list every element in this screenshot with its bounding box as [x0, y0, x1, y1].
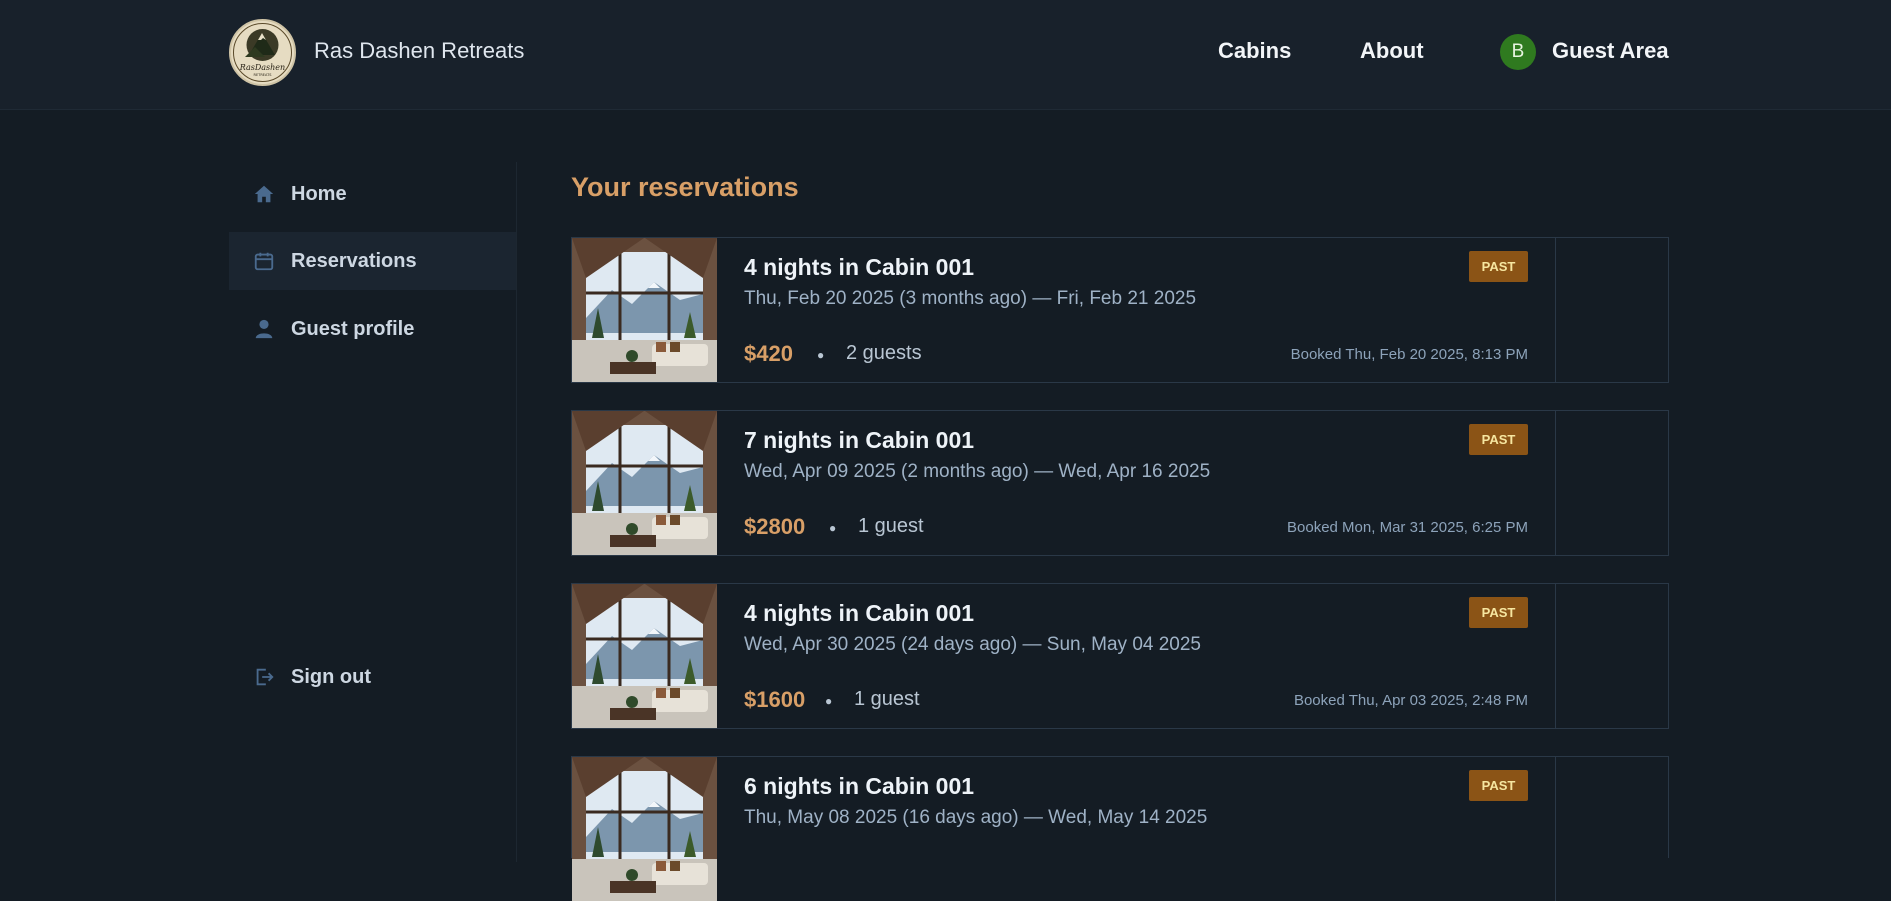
separator-dot: ●: [825, 694, 833, 708]
nav-cabins[interactable]: Cabins: [1218, 38, 1291, 64]
user-icon: [255, 319, 273, 339]
page-title: Your reservations: [571, 172, 799, 202]
reservation-price: $2800: [744, 514, 806, 539]
reservation-heading: 6 nights in Cabin 001: [744, 773, 975, 799]
reservation-dates: Thu, May 08 2025 (16 days ago) — Wed, Ma…: [744, 807, 1208, 828]
status-badge: PAST: [1469, 770, 1528, 801]
reservation-dates: Wed, Apr 09 2025 (2 months ago) — Wed, A…: [744, 461, 1211, 482]
card-divider: [1555, 757, 1556, 901]
home-icon: [254, 185, 274, 203]
reservation-card[interactable]: 7 nights in Cabin 001 Wed, Apr 09 2025 (…: [571, 410, 1669, 556]
sidebar-item-label: Guest profile: [291, 318, 415, 340]
reservation-card[interactable]: 4 nights in Cabin 001 Wed, Apr 30 2025 (…: [571, 583, 1669, 729]
reservation-card[interactable]: 4 nights in Cabin 001 Thu, Feb 20 2025 (…: [571, 237, 1669, 383]
card-divider: [1555, 238, 1556, 382]
top-header: RasDashen RETREATS Ras Dashen Retreats C…: [0, 0, 1891, 110]
reservation-booked: Booked Mon, Mar 31 2025, 6:25 PM: [1287, 519, 1528, 536]
calendar-icon: [254, 252, 274, 271]
card-divider: [1555, 584, 1556, 728]
nav-guest-area[interactable]: Guest Area: [1552, 38, 1669, 64]
card-divider: [1555, 411, 1556, 555]
svg-text:RETREATS: RETREATS: [254, 73, 273, 77]
cabin-thumbnail: [572, 411, 717, 555]
cabin-thumbnail: [572, 238, 717, 382]
cabin-thumbnail: [572, 584, 717, 728]
reservation-card[interactable]: 6 nights in Cabin 001 Thu, May 08 2025 (…: [571, 756, 1669, 901]
brand-name[interactable]: Ras Dashen Retreats: [314, 38, 524, 64]
sidebar-item-label: Home: [291, 183, 347, 205]
sign-out-label: Sign out: [291, 666, 371, 688]
reservation-guests: 1 guest: [854, 688, 920, 710]
reservation-guests: 2 guests: [846, 342, 922, 364]
separator-dot: ●: [817, 348, 825, 362]
reservation-dates: Thu, Feb 20 2025 (3 months ago) — Fri, F…: [744, 288, 1197, 309]
reservation-guests: 1 guest: [858, 515, 924, 537]
sidebar-item-guest-profile[interactable]: Guest profile: [229, 300, 516, 358]
sidebar-divider: [516, 162, 517, 862]
avatar[interactable]: B: [1500, 34, 1536, 70]
sign-out-icon: [256, 668, 274, 686]
reservation-booked: Booked Thu, Apr 03 2025, 2:48 PM: [1293, 692, 1528, 709]
mountain-logo-icon: RasDashen RETREATS: [233, 23, 292, 82]
reservation-heading: 7 nights in Cabin 001: [744, 427, 975, 453]
sidebar-item-home[interactable]: Home: [229, 165, 516, 223]
sidebar-item-reservations[interactable]: Reservations: [229, 232, 516, 290]
nav-about[interactable]: About: [1360, 38, 1424, 64]
svg-text:RasDashen: RasDashen: [239, 63, 285, 72]
reservation-booked: Booked Thu, Feb 20 2025, 8:13 PM: [1290, 346, 1528, 363]
reservation-dates: Wed, Apr 30 2025 (24 days ago) — Sun, Ma…: [744, 634, 1201, 655]
reservation-price: $1600: [744, 687, 806, 712]
status-badge: PAST: [1469, 424, 1528, 455]
sign-out-button[interactable]: Sign out: [229, 648, 516, 706]
logo[interactable]: RasDashen RETREATS: [229, 19, 296, 86]
reservation-heading: 4 nights in Cabin 001: [744, 254, 975, 280]
sidebar-item-label: Reservations: [291, 250, 417, 272]
status-badge: PAST: [1469, 251, 1528, 282]
status-badge: PAST: [1469, 597, 1528, 628]
separator-dot: ●: [829, 521, 837, 535]
reservation-heading: 4 nights in Cabin 001: [744, 600, 975, 626]
reservation-price: $420: [744, 341, 793, 366]
cabin-thumbnail: [572, 757, 717, 901]
